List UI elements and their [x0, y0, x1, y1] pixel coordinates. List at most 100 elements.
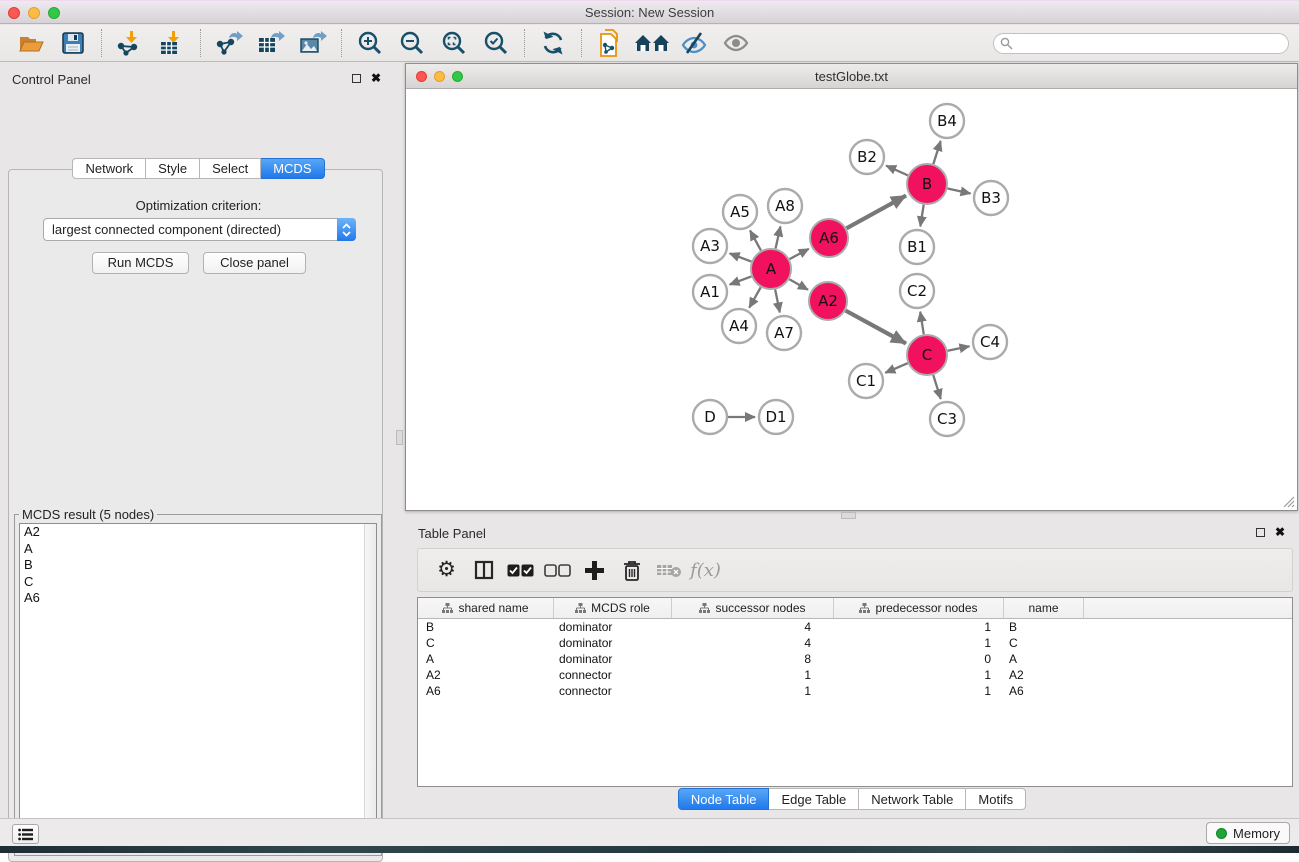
mcds-result-item[interactable]: A	[20, 541, 376, 558]
mcds-result-item[interactable]: A2	[20, 524, 376, 541]
table-row[interactable]: Adominator80A	[418, 651, 1292, 667]
float-panel-icon[interactable]	[352, 74, 361, 83]
network-graph[interactable]: B4B2BB3A8A5A6B1A3AA1C2A2A4A7C4CC1C3DD1	[406, 89, 1297, 510]
edge-A2-C[interactable]	[846, 311, 906, 344]
float-panel-icon[interactable]	[1256, 528, 1265, 537]
tab-motifs[interactable]: Motifs	[966, 788, 1026, 810]
cell-shared-name[interactable]: A2	[418, 667, 553, 683]
cell-name[interactable]: A	[1003, 651, 1083, 667]
zoom-view-button[interactable]	[452, 71, 463, 82]
edge-A-A4[interactable]	[749, 287, 760, 307]
cell-name[interactable]: B	[1003, 619, 1083, 635]
cell-successor-nodes[interactable]: 4	[671, 619, 833, 635]
zoom-in-button[interactable]	[349, 27, 391, 59]
scrollbar-track[interactable]	[364, 524, 376, 849]
import-table-button[interactable]	[151, 27, 193, 59]
export-table-button[interactable]	[250, 27, 292, 59]
table-row[interactable]: A2connector11A2	[418, 667, 1292, 683]
mcds-result-item[interactable]: A6	[20, 590, 376, 607]
zoom-fit-button[interactable]	[433, 27, 475, 59]
open-file-button[interactable]	[10, 27, 52, 59]
network-canvas[interactable]: B4B2BB3A8A5A6B1A3AA1C2A2A4A7C4CC1C3DD1	[406, 89, 1297, 510]
edge-A-A7[interactable]	[775, 290, 780, 313]
cell-shared-name[interactable]: A6	[418, 683, 553, 699]
network-window-titlebar[interactable]: testGlobe.txt	[406, 64, 1297, 89]
column-header-name[interactable]: name	[1003, 598, 1083, 618]
minimize-view-button[interactable]	[434, 71, 445, 82]
table-settings-button[interactable]: ⚙	[428, 553, 465, 587]
node-B2[interactable]: B2	[850, 140, 884, 174]
table-row[interactable]: Cdominator41C	[418, 635, 1292, 651]
edge-C-C4[interactable]	[948, 346, 970, 351]
cell-MCDS-role[interactable]: connector	[553, 667, 671, 683]
column-header-shared-name[interactable]: shared name	[418, 598, 553, 618]
column-header-MCDS-role[interactable]: MCDS role	[553, 598, 671, 618]
table-row[interactable]: Bdominator41B	[418, 619, 1292, 635]
cell-successor-nodes[interactable]: 4	[671, 635, 833, 651]
node-B1[interactable]: B1	[900, 230, 934, 264]
tab-node-table[interactable]: Node Table	[678, 788, 770, 810]
tab-style[interactable]: Style	[146, 158, 200, 179]
cell-successor-nodes[interactable]: 1	[671, 683, 833, 699]
function-builder-button[interactable]: f(x)	[687, 553, 724, 587]
cell-predecessor-nodes[interactable]: 1	[833, 635, 1003, 651]
cell-MCDS-role[interactable]: dominator	[553, 651, 671, 667]
node-A8[interactable]: A8	[768, 189, 802, 223]
edge-C-C2[interactable]	[920, 312, 924, 335]
node-D1[interactable]: D1	[759, 400, 793, 434]
add-column-button[interactable]	[576, 553, 613, 587]
cell-predecessor-nodes[interactable]: 0	[833, 651, 1003, 667]
edge-B-B4[interactable]	[933, 141, 940, 164]
show-all-button[interactable]	[715, 27, 757, 59]
tab-edge-table[interactable]: Edge Table	[769, 788, 859, 810]
edge-B-B1[interactable]	[920, 205, 923, 227]
new-network-from-selection-button[interactable]	[589, 27, 631, 59]
node-A[interactable]: A	[751, 249, 791, 289]
edge-A-A2[interactable]	[789, 279, 808, 289]
import-network-button[interactable]	[109, 27, 151, 59]
tab-select[interactable]: Select	[200, 158, 261, 179]
close-panel-icon[interactable]: ✖	[371, 73, 381, 83]
node-C3[interactable]: C3	[930, 402, 964, 436]
mcds-result-item[interactable]: B	[20, 557, 376, 574]
node-A5[interactable]: A5	[723, 195, 757, 229]
cell-name[interactable]: A2	[1003, 667, 1083, 683]
column-header-predecessor-nodes[interactable]: predecessor nodes	[833, 598, 1003, 618]
edge-A-A5[interactable]	[750, 230, 761, 250]
cell-MCDS-role[interactable]: dominator	[553, 619, 671, 635]
edge-A6-B[interactable]	[847, 196, 906, 229]
cell-predecessor-nodes[interactable]: 1	[833, 683, 1003, 699]
tab-network-table[interactable]: Network Table	[859, 788, 966, 810]
edge-A-A8[interactable]	[776, 226, 781, 248]
edge-A-A3[interactable]	[730, 253, 752, 261]
edge-A-A1[interactable]	[730, 276, 752, 284]
node-B4[interactable]: B4	[930, 104, 964, 138]
edge-B-B2[interactable]	[886, 166, 908, 176]
cell-predecessor-nodes[interactable]: 1	[833, 667, 1003, 683]
optimization-criterion-dropdown[interactable]: largest connected component (directed)	[43, 218, 356, 241]
save-session-button[interactable]	[52, 27, 94, 59]
cell-MCDS-role[interactable]: dominator	[553, 635, 671, 651]
zoom-selected-button[interactable]	[475, 27, 517, 59]
node-A1[interactable]: A1	[693, 275, 727, 309]
node-A2[interactable]: A2	[809, 282, 847, 320]
show-columns-button[interactable]	[465, 553, 502, 587]
hide-selected-button[interactable]	[673, 27, 715, 59]
export-image-button[interactable]	[292, 27, 334, 59]
export-network-button[interactable]	[208, 27, 250, 59]
cell-name[interactable]: C	[1003, 635, 1083, 651]
tab-network[interactable]: Network	[72, 158, 146, 179]
cell-MCDS-role[interactable]: connector	[553, 683, 671, 699]
mcds-result-list[interactable]: A2ABCA6	[19, 523, 377, 850]
node-B3[interactable]: B3	[974, 181, 1008, 215]
refresh-button[interactable]	[532, 27, 574, 59]
cell-shared-name[interactable]: A	[418, 651, 553, 667]
close-panel-button[interactable]: Close panel	[203, 252, 306, 274]
resize-grip-icon[interactable]	[1282, 495, 1295, 508]
cell-successor-nodes[interactable]: 1	[671, 667, 833, 683]
cell-shared-name[interactable]: B	[418, 619, 553, 635]
delete-column-button[interactable]	[613, 553, 650, 587]
cell-name[interactable]: A6	[1003, 683, 1083, 699]
node-D[interactable]: D	[693, 400, 727, 434]
node-C[interactable]: C	[907, 335, 947, 375]
